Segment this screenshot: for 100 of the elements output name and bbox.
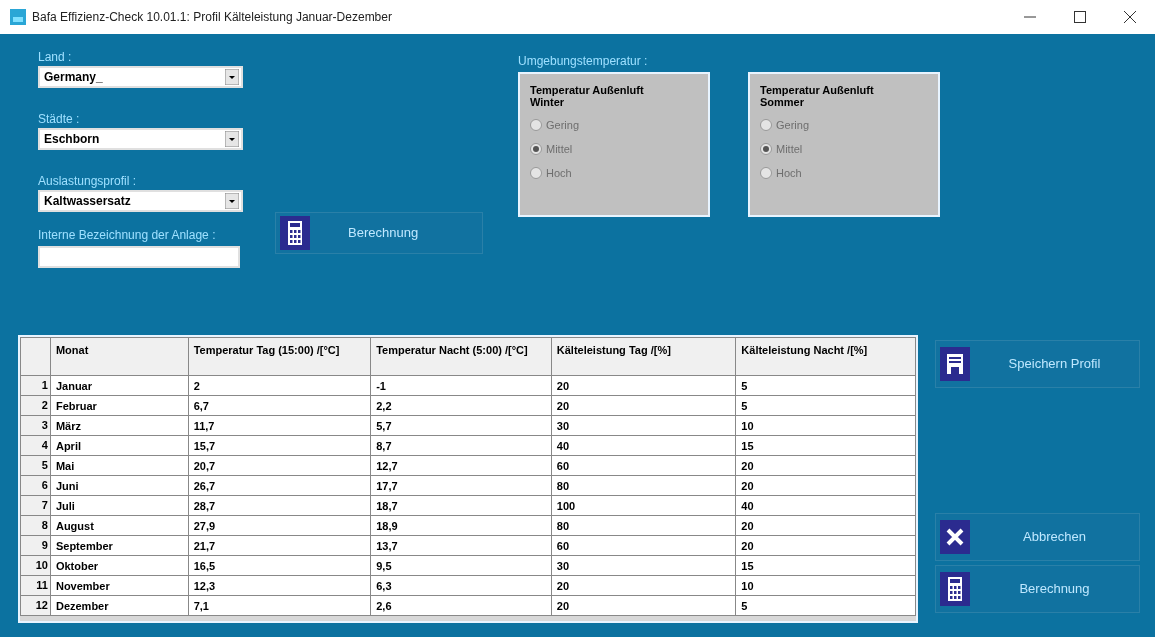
window-title: Bafa Effizienz-Check 10.01.1: Profil Kälteleistung Januar-Dezember	[32, 9, 392, 26]
calculator-icon	[280, 216, 310, 250]
table-cell: 20	[735, 535, 916, 556]
table-cell: Juni	[50, 475, 189, 496]
row-number: 8	[20, 515, 51, 536]
table-cell: 12,3	[188, 575, 371, 596]
table-cell: 30	[551, 415, 736, 436]
table-cell: 20	[735, 475, 916, 496]
table-cell: 18,7	[370, 495, 552, 516]
row-number: 11	[20, 575, 51, 596]
dropdown-arrow-icon	[225, 193, 239, 209]
table-cell: 21,7	[188, 535, 371, 556]
section-label: Umgebungstemperatur :	[518, 53, 649, 70]
dropdown[interactable]: Eschborn	[38, 128, 243, 150]
table-cell: Mai	[50, 455, 189, 476]
table-cell: 30	[551, 555, 736, 576]
table-cell: 20	[551, 595, 736, 616]
table-cell: August	[50, 515, 189, 536]
row-number: 9	[20, 535, 51, 556]
table-cell: Oktober	[50, 555, 189, 576]
table-cell: 8,7	[370, 435, 552, 456]
table-cell: März	[50, 415, 189, 436]
table-cell: 6,3	[370, 575, 552, 596]
table-cell: 12,7	[370, 455, 552, 476]
table-cell: 15	[735, 555, 916, 576]
table-cell: 18,9	[370, 515, 552, 536]
table-cell: 20	[551, 375, 736, 396]
table-cell: 26,7	[188, 475, 371, 496]
row-number: 10	[20, 555, 51, 576]
table-cell: Dezember	[50, 595, 189, 616]
table-cell: Juli	[50, 495, 189, 516]
calculate-button[interactable]: Berechnung	[275, 212, 483, 254]
table-cell: -1	[370, 375, 552, 396]
table-cell: 80	[551, 515, 736, 536]
app-icon	[10, 9, 26, 25]
calculate-button[interactable]: Berechnung	[935, 565, 1140, 613]
table-cell: 80	[551, 475, 736, 496]
table-cell: 100	[551, 495, 736, 516]
table-cell: 16,5	[188, 555, 371, 576]
table-cell: Januar	[50, 375, 189, 396]
table-cell: 5	[735, 595, 916, 616]
row-number: 1	[20, 375, 51, 396]
table-cell: 13,7	[370, 535, 552, 556]
close-icon[interactable]	[1124, 11, 1136, 23]
table-cell: 28,7	[188, 495, 371, 516]
table-cell: 11,7	[188, 415, 371, 436]
field-label: Auslastungsprofil :	[38, 173, 138, 190]
save-icon	[940, 347, 970, 381]
table-cell: November	[50, 575, 189, 596]
table-cell: 27,9	[188, 515, 371, 536]
dropdown-arrow-icon	[225, 131, 239, 147]
group-title: Temperatur Außenluft Winter	[530, 84, 645, 108]
table-cell: 9,5	[370, 555, 552, 576]
table-cell: 20	[551, 575, 736, 596]
table-cell: 2	[188, 375, 371, 396]
table-cell: 20	[735, 455, 916, 476]
column-header: Temperatur Nacht (5:00) /[°C]	[370, 337, 552, 376]
row-number: 4	[20, 435, 51, 456]
table-cell: 17,7	[370, 475, 552, 496]
calculator-icon	[940, 572, 970, 606]
input-field[interactable]	[38, 246, 240, 268]
table-cell: 2,2	[370, 395, 552, 416]
maximize-icon[interactable]	[1074, 11, 1086, 23]
field-label: Land :	[38, 49, 73, 66]
dropdown[interactable]: Germany_	[38, 66, 243, 88]
table-cell: 40	[551, 435, 736, 456]
table-cell: 20	[735, 515, 916, 536]
table-cell: 15	[735, 435, 916, 456]
table-cell: April	[50, 435, 189, 456]
row-number: 5	[20, 455, 51, 476]
column-header: Kälteleistung Nacht /[%]	[735, 337, 916, 376]
table-cell: Februar	[50, 395, 189, 416]
table-cell: September	[50, 535, 189, 556]
row-number: 3	[20, 415, 51, 436]
cancel-button[interactable]: Abbrechen	[935, 513, 1140, 561]
row-number: 12	[20, 595, 51, 616]
table-cell: 5	[735, 375, 916, 396]
table-cell: 60	[551, 455, 736, 476]
column-header: Monat	[50, 337, 189, 376]
row-number: 7	[20, 495, 51, 516]
column-header: Temperatur Tag (15:00) /[°C]	[188, 337, 371, 376]
table-cell: 20,7	[188, 455, 371, 476]
close-icon	[940, 520, 970, 554]
row-number: 2	[20, 395, 51, 416]
table-cell: 15,7	[188, 435, 371, 456]
dropdown-arrow-icon	[225, 69, 239, 85]
table-cell: 20	[551, 395, 736, 416]
save-button[interactable]: Speichern Profil	[935, 340, 1140, 388]
table-cell: 7,1	[188, 595, 371, 616]
table-cell: 5	[735, 395, 916, 416]
table-cell: 10	[735, 575, 916, 596]
row-number: 6	[20, 475, 51, 496]
table-cell: 2,6	[370, 595, 552, 616]
column-header: Kälteleistung Tag /[%]	[551, 337, 736, 376]
table-cell: 5,7	[370, 415, 552, 436]
dropdown[interactable]: Kaltwassersatz	[38, 190, 243, 212]
table-cell: 40	[735, 495, 916, 516]
group-title: Temperatur Außenluft Sommer	[760, 84, 875, 108]
table-cell: 10	[735, 415, 916, 436]
field-label: Städte :	[38, 111, 81, 128]
